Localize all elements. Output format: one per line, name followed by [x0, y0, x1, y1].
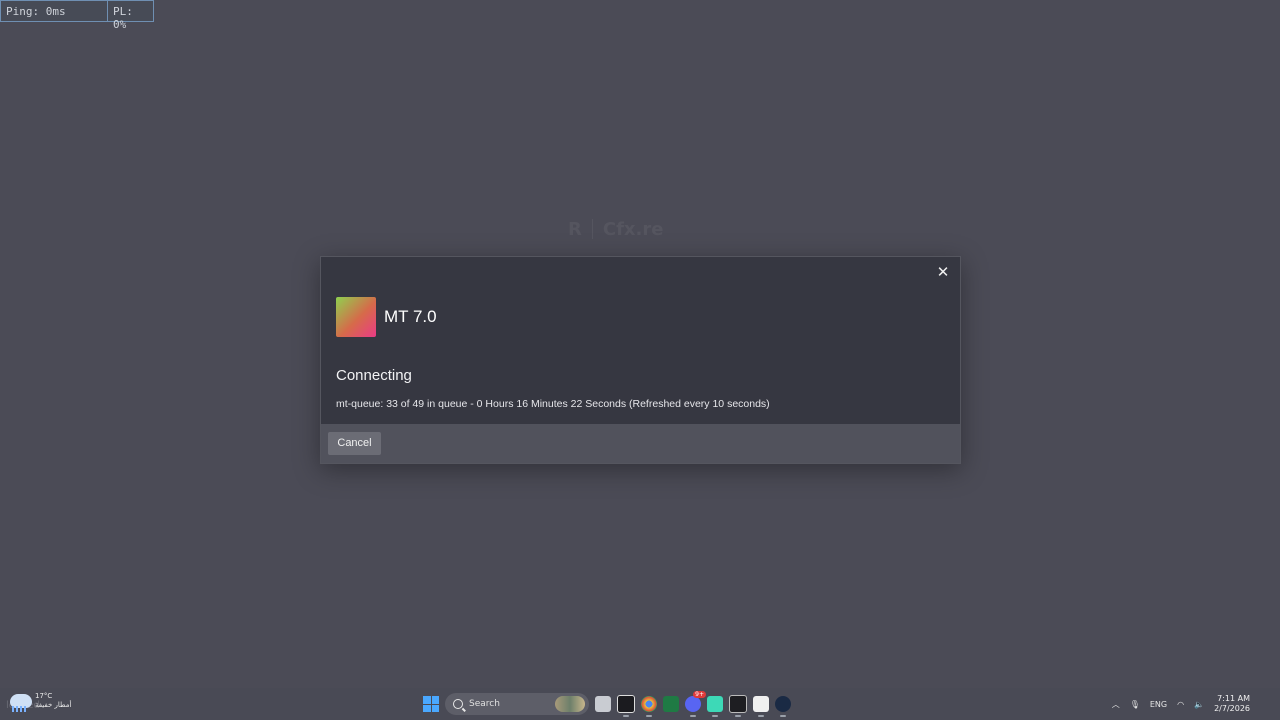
close-button[interactable]: ✕	[934, 263, 952, 281]
ping-readout: Ping: 0ms	[0, 0, 108, 22]
chevron-up-icon[interactable]: ︿	[1112, 699, 1120, 710]
server-header: MT 7.0	[336, 297, 437, 337]
clock-time: 7:11 AM	[1217, 694, 1250, 703]
queue-status-message: mt-queue: 33 of 49 in queue - 0 Hours 16…	[336, 398, 770, 410]
notification-badge: 9+	[693, 691, 706, 698]
language-indicator[interactable]: ENG	[1150, 700, 1167, 709]
chat-app-icon[interactable]	[707, 696, 723, 717]
taskbar-apps: Search 9+	[423, 691, 791, 717]
epic-games-icon[interactable]	[617, 695, 635, 717]
status-title: Connecting	[336, 367, 412, 384]
chrome-icon[interactable]	[641, 696, 657, 717]
cancel-button[interactable]: Cancel	[328, 432, 381, 455]
excel-icon[interactable]	[663, 696, 679, 712]
terminal-icon[interactable]	[729, 695, 747, 717]
rockstar-logo-mark: R	[568, 218, 582, 240]
net-stats-overlay: Ping: 0ms PL: 0%	[0, 0, 154, 31]
discord-icon[interactable]: 9+	[685, 691, 706, 717]
taskbar: loaded 17°C أمطار خفيفة Search 9+ ︿ 🎙 EN…	[0, 688, 1280, 720]
dialog-footer: Cancel	[321, 424, 960, 463]
steam-icon[interactable]	[775, 696, 791, 717]
system-tray: ︿ 🎙 ENG ◠ 🔈 7:11 AM 2/7/2026	[1112, 688, 1280, 720]
server-name: MT 7.0	[384, 307, 437, 326]
weather-description: أمطار خفيفة	[35, 701, 72, 709]
microphone-icon[interactable]: 🎙	[1130, 700, 1140, 709]
server-logo	[336, 297, 376, 337]
packet-loss-readout: PL: 0%	[108, 0, 154, 31]
windows-start-icon[interactable]	[423, 696, 439, 712]
taskbar-search[interactable]: Search	[445, 693, 589, 715]
connecting-dialog: ✕ MT 7.0 Connecting mt-queue: 33 of 49 i…	[320, 256, 961, 464]
volume-icon[interactable]: 🔈	[1194, 700, 1204, 709]
weather-temperature: 17°C	[35, 692, 53, 700]
rain-cloud-icon	[10, 694, 32, 712]
background-logo: R Cfx.re	[568, 216, 718, 242]
weather-text: 17°C أمطار خفيفة	[35, 692, 71, 710]
clock[interactable]: 7:11 AM 2/7/2026	[1214, 694, 1250, 714]
wifi-icon[interactable]: ◠	[1177, 700, 1184, 709]
search-highlight-image	[555, 696, 585, 712]
clock-date: 2/7/2026	[1214, 704, 1250, 713]
file-explorer-icon[interactable]	[595, 696, 611, 712]
search-placeholder: Search	[469, 699, 500, 709]
cfx-logo-text: Cfx.re	[602, 218, 664, 240]
weather-widget[interactable]: 17°C أمطار خفيفة	[10, 692, 71, 712]
logo-divider	[591, 219, 593, 239]
search-icon	[453, 699, 463, 709]
notepad-icon[interactable]	[753, 696, 769, 717]
